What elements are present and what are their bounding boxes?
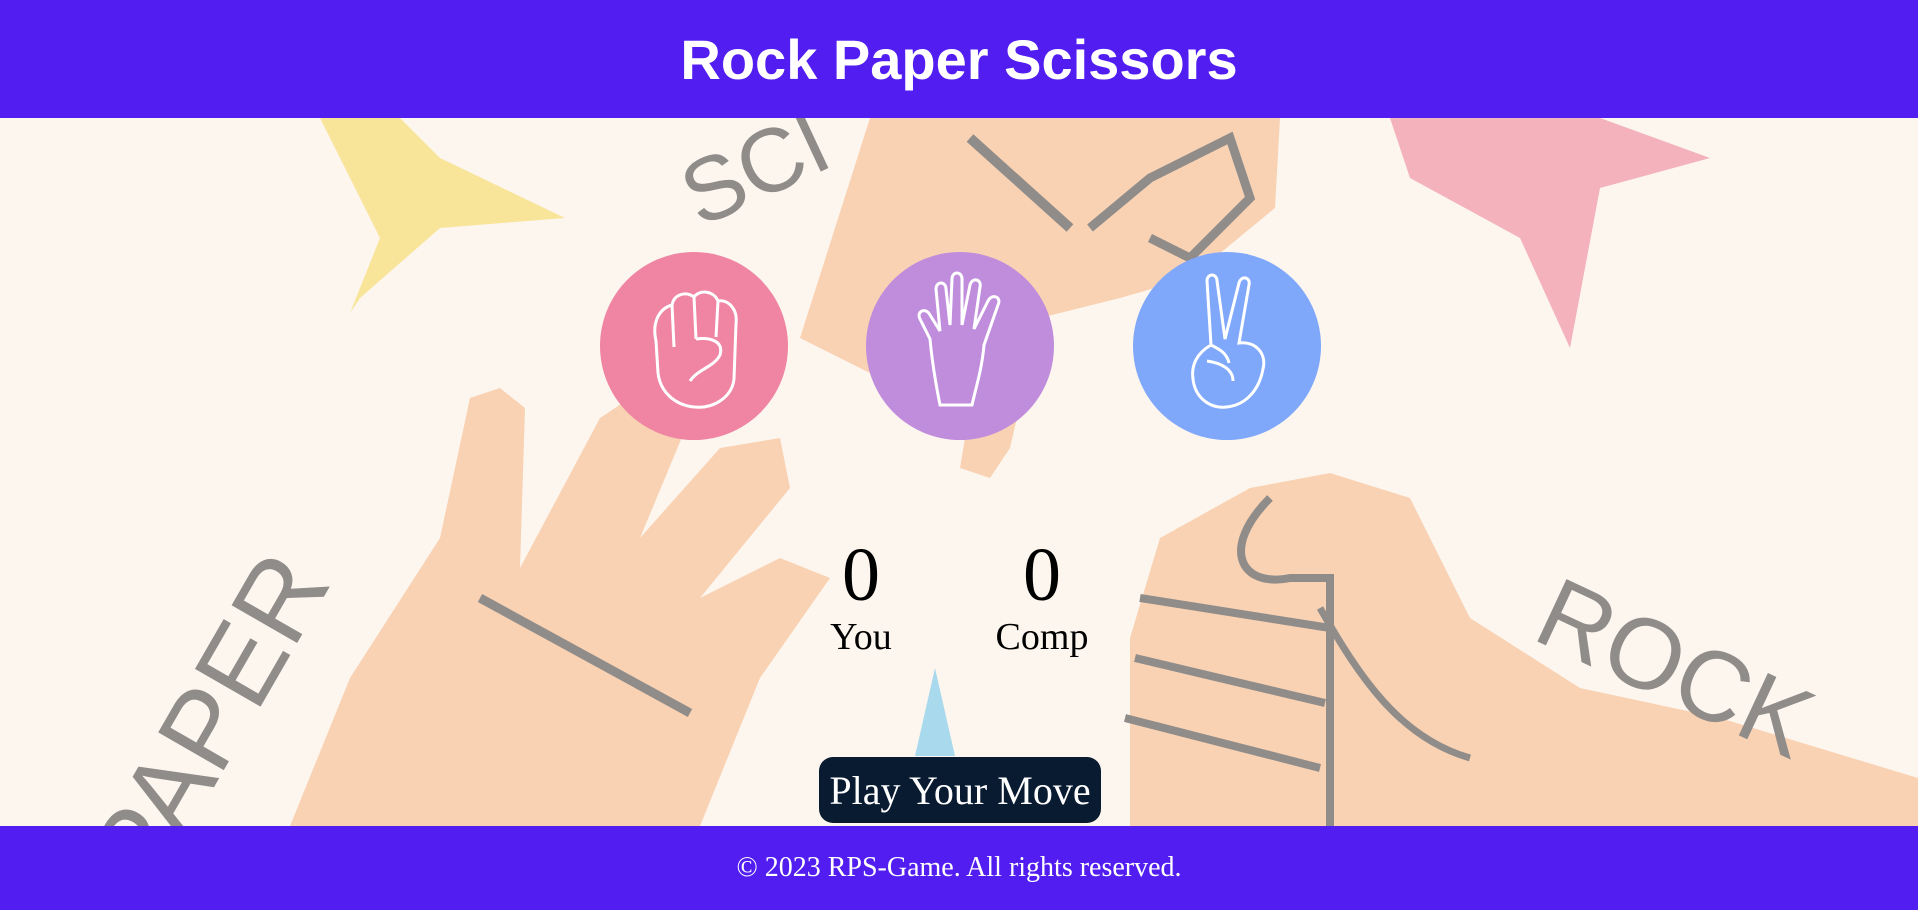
rock-choice-button[interactable] — [600, 252, 788, 440]
user-score: 0 You — [771, 534, 951, 658]
user-score-value: 0 — [842, 533, 880, 617]
header: Rock Paper Scissors — [0, 0, 1918, 118]
rock-fist-icon — [634, 269, 754, 424]
scissors-choice-button[interactable] — [1133, 252, 1321, 440]
page-title: Rock Paper Scissors — [680, 27, 1238, 91]
play-your-move-button[interactable]: Play Your Move — [819, 757, 1101, 823]
user-score-label: You — [830, 616, 892, 658]
paper-hand-icon — [900, 269, 1020, 424]
background-illustration: SCI PAPER ROCK — [0, 118, 1918, 826]
scissors-hand-icon — [1167, 269, 1287, 424]
footer: © 2023 RPS-Game. All rights reserved. — [0, 826, 1918, 910]
comp-score-value: 0 — [1023, 533, 1061, 617]
comp-score: 0 Comp — [952, 534, 1132, 658]
comp-score-label: Comp — [995, 616, 1089, 658]
footer-text: © 2023 RPS-Game. All rights reserved. — [736, 852, 1182, 883]
paper-choice-button[interactable] — [866, 252, 1054, 440]
